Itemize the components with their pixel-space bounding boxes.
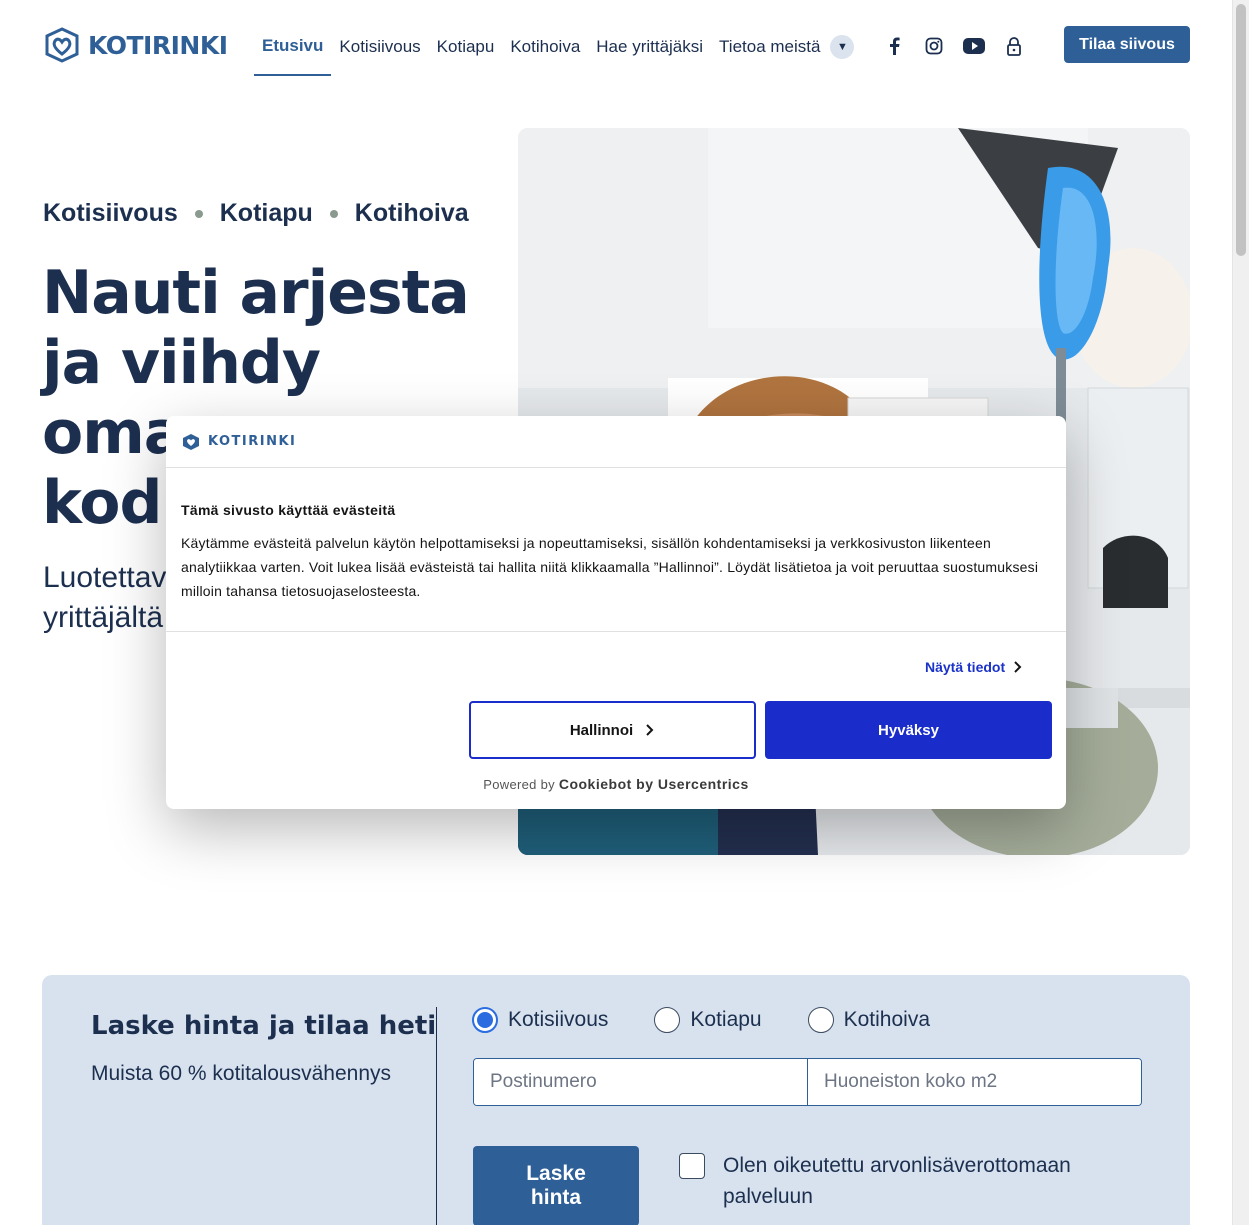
cookie-title: Tämä sivusto käyttää evästeitä — [181, 502, 396, 518]
radio-circle[interactable] — [807, 1007, 834, 1033]
vat-exempt-label: Olen oikeutettu arvonlisäverottomaan pal… — [723, 1154, 1071, 1208]
manage-cookies-label: Hallinnoi — [569, 721, 634, 739]
cookie-header: KOTIRINKI — [166, 416, 1066, 468]
scrollbar-thumb[interactable] — [1236, 4, 1246, 256]
main-nav: Etusivu Kotisiivous Kotiapu Kotihoiva Ha… — [254, 30, 855, 76]
instagram-icon[interactable] — [922, 35, 946, 57]
logo[interactable]: KOTIRINKI — [44, 27, 228, 63]
cookie-logo-icon — [183, 433, 199, 450]
powered-by-prefix: Powered by — [483, 777, 555, 792]
facebook-icon[interactable] — [882, 35, 906, 57]
apartment-size-input[interactable] — [808, 1059, 1141, 1105]
social-links — [882, 35, 1026, 57]
order-cleaning-button[interactable]: Tilaa siivous — [1064, 26, 1190, 63]
cookie-logo-text: KOTIRINKI — [208, 434, 297, 449]
logo-text: KOTIRINKI — [88, 30, 228, 60]
separator-dot — [329, 209, 338, 218]
radio-circle-selected[interactable] — [472, 1007, 498, 1033]
nav-item-hae-yrittajaksi[interactable]: Hae yrittäjäksi — [588, 31, 711, 75]
radio-kotisiivous[interactable]: Kotisiivous — [472, 1007, 608, 1033]
youtube-icon[interactable] — [962, 35, 986, 57]
price-inputs — [473, 1058, 1142, 1106]
page: KOTIRINKI Etusivu Kotisiivous Kotiapu Ko… — [0, 0, 1249, 1225]
radio-label: Kotiapu — [690, 1008, 762, 1031]
accept-cookies-button[interactable]: Hyväksy — [765, 701, 1052, 759]
hero-services: Kotisiivous Kotiapu Kotihoiva — [43, 199, 469, 228]
show-details-link[interactable]: Näytä tiedot — [925, 659, 1023, 675]
vat-exempt-checkbox[interactable] — [679, 1153, 705, 1179]
nav-item-etusivu[interactable]: Etusivu — [254, 30, 332, 76]
cookie-powered-by: Powered by Cookiebot by Usercentrics — [166, 776, 1066, 792]
cookie-dialog: KOTIRINKI Tämä sivusto käyttää evästeitä… — [166, 416, 1066, 809]
postal-code-input[interactable] — [474, 1059, 807, 1105]
price-calculator: Laske hinta ja tilaa heti Muista 60 % ko… — [42, 975, 1190, 1225]
manage-cookies-button[interactable]: Hallinnoi — [469, 701, 756, 759]
page-scrollbar[interactable] — [1232, 0, 1249, 1225]
radio-label: Kotihoiva — [843, 1008, 931, 1031]
vat-exempt-option: Olen oikeutettu arvonlisäverottomaan pal… — [679, 1153, 1099, 1212]
price-divider — [436, 1007, 437, 1225]
hero-service-kotiapu: Kotiapu — [219, 199, 313, 227]
nav-dropdown-icon[interactable]: ▼ — [830, 35, 855, 59]
separator-dot — [194, 209, 203, 218]
nav-item-tietoa-meista[interactable]: Tietoa meistä — [711, 31, 828, 75]
calculate-price-button[interactable]: Laske hinta — [473, 1146, 639, 1225]
cookie-body: Tämä sivusto käyttää evästeitä Käytämme … — [166, 468, 1066, 632]
price-title: Laske hinta ja tilaa heti — [91, 1011, 437, 1041]
chevron-right-icon — [646, 724, 654, 736]
nav-item-kotiapu[interactable]: Kotiapu — [429, 31, 503, 75]
radio-kotiapu[interactable]: Kotiapu — [654, 1007, 762, 1033]
logo-heart-icon — [45, 27, 79, 63]
radio-label: Kotisiivous — [508, 1008, 609, 1031]
powered-by-brand[interactable]: Cookiebot by Usercentrics — [559, 776, 749, 792]
price-note: Muista 60 % kotitalousvähennys — [91, 1062, 391, 1085]
service-radio-group: Kotisiivous Kotiapu Kotihoiva — [472, 1007, 930, 1033]
chevron-right-icon — [1014, 661, 1022, 673]
nav-item-kotisiivous[interactable]: Kotisiivous — [331, 31, 428, 75]
nav-item-kotihoiva[interactable]: Kotihoiva — [502, 31, 588, 75]
radio-circle[interactable] — [654, 1007, 681, 1033]
cookie-text: Käytämme evästeitä palvelun käytön helpo… — [181, 535, 1039, 599]
lock-icon[interactable] — [1002, 35, 1026, 57]
hero-service-kotisiivous: Kotisiivous — [43, 199, 178, 227]
cookie-buttons: Hallinnoi Hyväksy — [469, 701, 1052, 759]
radio-kotihoiva[interactable]: Kotihoiva — [807, 1007, 931, 1033]
hero-service-kotihoiva: Kotihoiva — [354, 199, 469, 227]
show-details-label: Näytä tiedot — [925, 659, 1006, 675]
